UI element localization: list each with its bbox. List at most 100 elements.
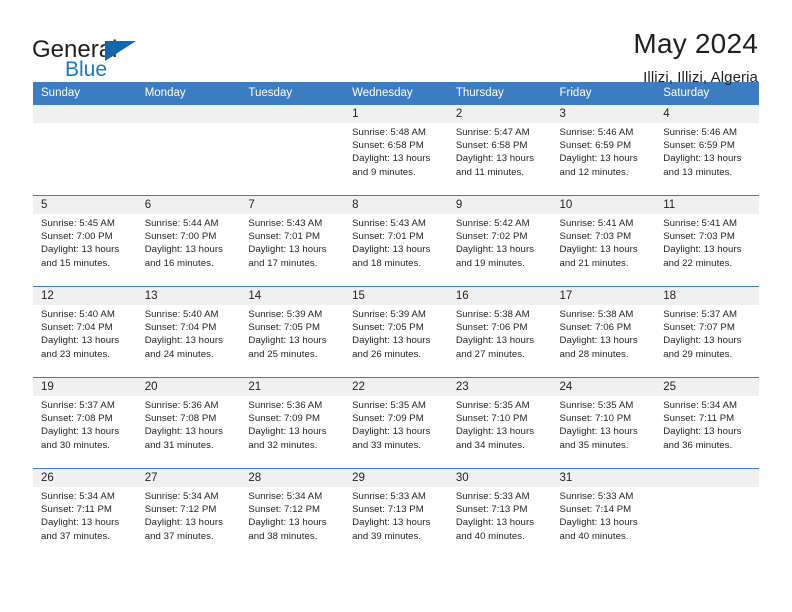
calendar-day-cell[interactable]: 13 Sunrise: 5:40 AM Sunset: 7:04 PM Dayligh… [136,286,241,378]
calendar-day-cell[interactable]: 5 Sunrise: 5:45 AM Sunset: 7:00 PM Daylight… [33,195,137,287]
day-details: Sunrise: 5:36 AM Sunset: 7:09 PM Daylight:… [248,396,338,452]
day-number: 10 [551,196,656,214]
sunrise-text: Sunrise: 5:40 AM [144,309,219,320]
day-details: Sunrise: 5:43 AM Sunset: 7:01 PM Daylight:… [248,214,338,270]
daylight-text-line2: and 32 minutes. [248,439,318,451]
day-details: Sunrise: 5:34 AM Sunset: 7:11 PM Daylight:… [663,396,753,452]
day-cell-content: 26 Sunrise: 5:34 AM Sunset: 7:11 PM Dayligh… [33,469,137,559]
calendar-day-cell[interactable]: 29 Sunrise: 5:33 AM Sunset: 7:13 PM Dayligh… [344,468,448,559]
sunset-text: Sunset: 7:10 PM [455,413,528,425]
daylight-text-line2: and 21 minutes. [559,257,629,269]
page-header: General Blue May 2024 Illizi, Illizi, Al… [0,0,792,86]
sunrise-text: Sunrise: 5:34 AM [248,491,323,502]
day-number [136,105,241,123]
calendar-day-cell[interactable]: 11 Sunrise: 5:41 AM Sunset: 7:03 PM Dayligh… [655,195,759,287]
sunset-text: Sunset: 7:03 PM [663,231,735,243]
daylight-text-line2: and 12 minutes. [559,166,629,178]
sunrise-text: Sunrise: 5:38 AM [455,309,530,320]
calendar-day-cell[interactable]: 20 Sunrise: 5:36 AM Sunset: 7:08 PM Dayligh… [136,377,241,469]
calendar-day-cell[interactable]: 10 Sunrise: 5:41 AM Sunset: 7:03 PM Dayligh… [551,195,656,287]
calendar-day-cell[interactable]: 18 Sunrise: 5:37 AM Sunset: 7:07 PM Dayligh… [655,286,759,378]
day-cell-content: 6 Sunrise: 5:44 AM Sunset: 7:00 PM Daylight… [136,196,241,286]
calendar-day-cell[interactable]: 3 Sunrise: 5:46 AM Sunset: 6:59 PM Daylight… [551,104,656,196]
sunset-text: Sunset: 7:08 PM [41,413,113,425]
calendar-day-cell [136,104,241,196]
calendar-day-cell[interactable]: 7 Sunrise: 5:43 AM Sunset: 7:01 PM Daylight… [240,195,345,287]
calendar-day-cell[interactable]: 23 Sunrise: 5:35 AM Sunset: 7:10 PM Dayligh… [447,377,552,469]
sunrise-text: Sunrise: 5:45 AM [41,218,115,229]
calendar-day-cell[interactable]: 1 Sunrise: 5:48 AM Sunset: 6:58 PM Daylight… [344,104,448,196]
sunset-text: Sunset: 7:12 PM [248,504,321,516]
calendar-day-cell[interactable]: 9 Sunrise: 5:42 AM Sunset: 7:02 PM Daylight… [447,195,552,287]
day-details: Sunrise: 5:36 AM Sunset: 7:08 PM Daylight:… [145,396,235,452]
day-details: Sunrise: 5:40 AM Sunset: 7:04 PM Daylight:… [145,305,235,361]
day-cell-content [655,469,759,559]
calendar-day-cell[interactable]: 14 Sunrise: 5:39 AM Sunset: 7:05 PM Dayligh… [240,286,345,378]
day-number: 29 [344,469,448,487]
day-number: 8 [344,196,448,214]
day-cell-content: 17 Sunrise: 5:38 AM Sunset: 7:06 PM Dayligh… [551,287,656,377]
day-details: Sunrise: 5:35 AM Sunset: 7:10 PM Daylight:… [560,396,650,452]
sunset-text: Sunset: 6:58 PM [455,140,528,152]
calendar-day-cell[interactable]: 17 Sunrise: 5:38 AM Sunset: 7:06 PM Dayligh… [551,286,656,378]
calendar-day-cell[interactable]: 15 Sunrise: 5:39 AM Sunset: 7:05 PM Dayligh… [344,286,448,378]
day-number: 4 [655,105,759,123]
sunrise-text: Sunrise: 5:40 AM [41,309,115,320]
calendar-day-cell[interactable]: 6 Sunrise: 5:44 AM Sunset: 7:00 PM Daylight… [136,195,241,287]
calendar-day-cell[interactable]: 25 Sunrise: 5:34 AM Sunset: 7:11 PM Dayligh… [655,377,759,469]
sunset-text: Sunset: 7:10 PM [559,413,632,425]
day-number: 30 [447,469,552,487]
day-number: 14 [240,287,345,305]
sunset-text: Sunset: 7:04 PM [41,322,113,334]
daylight-text-line1: Daylight: 13 hours [455,517,535,529]
day-details: Sunrise: 5:39 AM Sunset: 7:05 PM Daylight:… [248,305,338,361]
daylight-text-line1: Daylight: 13 hours [352,244,431,256]
calendar-day-cell[interactable]: 30 Sunrise: 5:33 AM Sunset: 7:13 PM Dayligh… [447,468,552,559]
calendar-day-cell[interactable]: 21 Sunrise: 5:36 AM Sunset: 7:09 PM Dayligh… [240,377,345,469]
sunrise-text: Sunrise: 5:35 AM [455,400,530,411]
calendar-week-row: 12 Sunrise: 5:40 AM Sunset: 7:04 PM Dayligh… [33,286,759,378]
day-cell-content: 24 Sunrise: 5:35 AM Sunset: 7:10 PM Dayligh… [551,378,656,468]
sunset-text: Sunset: 7:01 PM [352,231,424,243]
daylight-text-line1: Daylight: 13 hours [559,335,638,347]
calendar-day-cell [33,104,137,196]
sunrise-text: Sunrise: 5:39 AM [248,309,323,320]
calendar-day-cell[interactable]: 8 Sunrise: 5:43 AM Sunset: 7:01 PM Daylight… [344,195,448,287]
brand-logo[interactable]: General Blue [31,26,231,80]
daylight-text-line2: and 22 minutes. [663,257,733,269]
calendar-day-cell[interactable]: 4 Sunrise: 5:46 AM Sunset: 6:59 PM Daylight… [655,104,759,196]
daylight-text-line2: and 40 minutes. [455,530,525,542]
daylight-text-line1: Daylight: 13 hours [41,335,120,347]
sunrise-text: Sunrise: 5:33 AM [455,491,530,502]
sunrise-text: Sunrise: 5:36 AM [248,400,323,411]
sunrise-text: Sunrise: 5:35 AM [559,400,634,411]
calendar-day-cell[interactable]: 2 Sunrise: 5:47 AM Sunset: 6:58 PM Daylight… [447,104,552,196]
daylight-text-line2: and 31 minutes. [144,439,214,451]
day-details: Sunrise: 5:46 AM Sunset: 6:59 PM Daylight:… [560,123,650,179]
calendar-day-cell[interactable]: 28 Sunrise: 5:34 AM Sunset: 7:12 PM Dayligh… [240,468,345,559]
day-details: Sunrise: 5:42 AM Sunset: 7:02 PM Daylight:… [456,214,546,270]
page-title: May 2024 [633,28,758,59]
sunrise-text: Sunrise: 5:42 AM [455,218,530,229]
daylight-text-line1: Daylight: 13 hours [559,426,638,438]
calendar-day-cell[interactable]: 26 Sunrise: 5:34 AM Sunset: 7:11 PM Dayligh… [33,468,137,559]
calendar-day-cell[interactable]: 24 Sunrise: 5:35 AM Sunset: 7:10 PM Dayligh… [551,377,656,469]
sunset-text: Sunset: 7:05 PM [248,322,321,334]
calendar-day-cell[interactable]: 31 Sunrise: 5:33 AM Sunset: 7:14 PM Dayligh… [551,468,656,559]
sunset-text: Sunset: 6:59 PM [559,140,632,152]
day-cell-content: 29 Sunrise: 5:33 AM Sunset: 7:13 PM Dayligh… [344,469,448,559]
daylight-text-line1: Daylight: 13 hours [352,335,431,347]
daylight-text-line1: Daylight: 13 hours [559,517,638,529]
day-number: 18 [655,287,759,305]
sunrise-text: Sunrise: 5:34 AM [144,491,219,502]
calendar-day-cell[interactable]: 22 Sunrise: 5:35 AM Sunset: 7:09 PM Dayligh… [344,377,448,469]
sunrise-text: Sunrise: 5:43 AM [352,218,426,229]
calendar-day-cell[interactable]: 16 Sunrise: 5:38 AM Sunset: 7:06 PM Dayligh… [447,286,552,378]
calendar-day-cell[interactable]: 27 Sunrise: 5:34 AM Sunset: 7:12 PM Dayligh… [136,468,241,559]
sunrise-text: Sunrise: 5:41 AM [663,218,738,229]
daylight-text-line1: Daylight: 13 hours [455,244,535,256]
day-number [33,105,137,123]
calendar-day-cell[interactable]: 19 Sunrise: 5:37 AM Sunset: 7:08 PM Dayligh… [33,377,137,469]
calendar-day-cell [655,468,759,559]
calendar-day-cell[interactable]: 12 Sunrise: 5:40 AM Sunset: 7:04 PM Dayligh… [33,286,137,378]
